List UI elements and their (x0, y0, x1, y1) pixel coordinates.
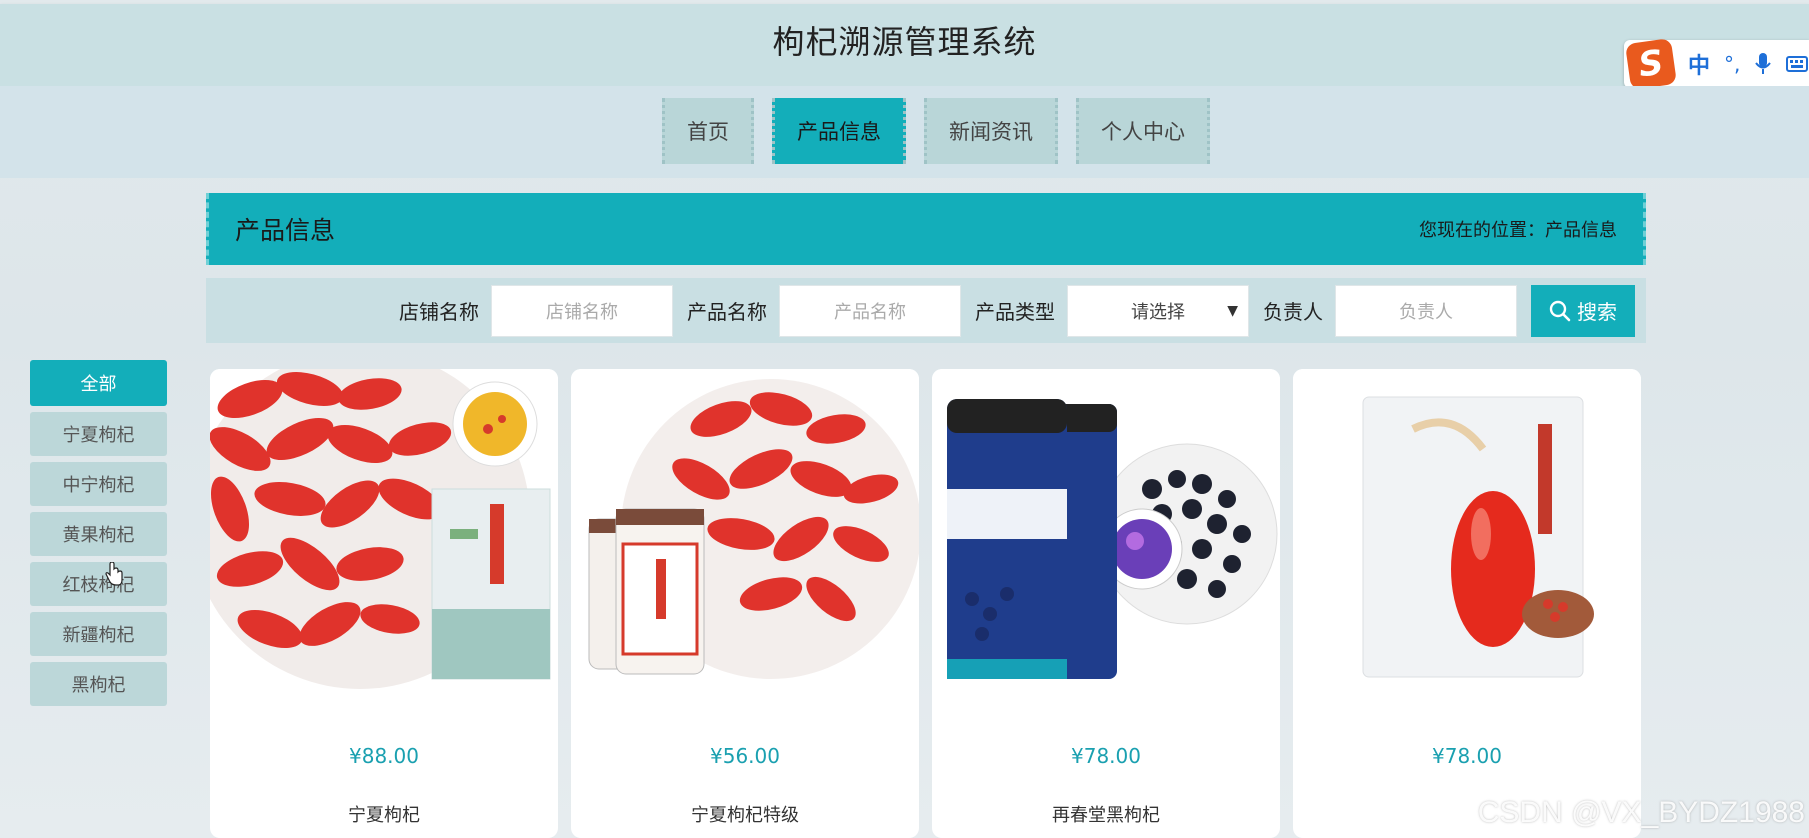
app-header: 枸杞溯源管理系统 (0, 4, 1809, 86)
product-type-value: 请选择 (1131, 301, 1185, 323)
product-label: 产品名称 (687, 300, 767, 324)
product-name[interactable]: 再春堂黑枸杞 (932, 801, 1280, 827)
keyboard-icon[interactable] (1786, 54, 1809, 74)
nav-news[interactable]: 新闻资讯 (924, 98, 1058, 164)
category-red-branch[interactable]: 红枝枸杞 (30, 562, 167, 606)
breadcrumb: 您现在的位置：产品信息 (1419, 220, 1617, 241)
ime-mode[interactable]: 中 (1688, 48, 1710, 80)
search-bar: 店铺名称 店铺名称 产品名称 产品名称 产品类型 请选择 ▼ 负责人 负责人 搜… (206, 278, 1646, 343)
product-price: ¥88.00 (349, 744, 419, 768)
section-titlebar: 产品信息 您现在的位置：产品信息 (206, 193, 1646, 265)
shop-label: 店铺名称 (399, 300, 479, 324)
product-grid: ¥88.00 宁夏枸杞 ¥56.00 宁夏枸杞特级 ¥78.00 再春堂黑枸杞 … (210, 369, 1641, 838)
search-button[interactable]: 搜索 (1531, 284, 1635, 337)
type-label: 产品类型 (975, 300, 1055, 324)
product-price: ¥56.00 (710, 744, 780, 768)
product-price: ¥78.00 (1432, 744, 1502, 768)
watermark: CSDN @VX_BYDZ1988 (1477, 796, 1805, 829)
product-type-select[interactable]: 请选择 ▼ (1067, 284, 1249, 337)
category-zhongning[interactable]: 中宁枸杞 (30, 462, 167, 506)
category-black[interactable]: 黑枸杞 (30, 662, 167, 706)
search-icon (1549, 300, 1571, 321)
nav-profile[interactable]: 个人中心 (1076, 98, 1210, 164)
search-button-label: 搜索 (1577, 300, 1617, 324)
product-name-input[interactable]: 产品名称 (779, 284, 961, 337)
product-name[interactable]: 宁夏枸杞特级 (571, 801, 919, 827)
product-card[interactable]: ¥56.00 宁夏枸杞特级 (571, 369, 919, 838)
category-list: 全部 宁夏枸杞 中宁枸杞 黄果枸杞 红枝枸杞 新疆枸杞 黑枸杞 (30, 360, 167, 712)
product-image[interactable] (571, 369, 919, 689)
product-image[interactable] (1293, 369, 1641, 689)
chevron-down-icon: ▼ (1227, 302, 1238, 319)
product-name[interactable]: 宁夏枸杞 (210, 801, 558, 827)
section-title: 产品信息 (235, 216, 336, 245)
ime-toolbar[interactable]: S 中 °, (1624, 38, 1809, 90)
microphone-icon[interactable] (1754, 52, 1772, 76)
app-title: 枸杞溯源管理系统 (772, 23, 1037, 61)
ime-logo-icon[interactable]: S (1625, 38, 1677, 90)
product-price: ¥78.00 (1071, 744, 1141, 768)
product-card[interactable]: ¥88.00 宁夏枸杞 (210, 369, 558, 838)
hand-cursor-icon (105, 562, 123, 586)
product-image[interactable] (210, 369, 558, 689)
category-yellow[interactable]: 黄果枸杞 (30, 512, 167, 556)
product-card[interactable]: ¥78.00 再春堂黑枸杞 (932, 369, 1280, 838)
category-xinjiang[interactable]: 新疆枸杞 (30, 612, 167, 656)
category-ningxia[interactable]: 宁夏枸杞 (30, 412, 167, 456)
nav-products[interactable]: 产品信息 (772, 98, 906, 164)
product-card[interactable]: ¥78.00 (1293, 369, 1641, 838)
category-all[interactable]: 全部 (30, 360, 167, 406)
product-image[interactable] (932, 369, 1280, 689)
ime-punct[interactable]: °, (1724, 52, 1740, 76)
owner-label: 负责人 (1263, 300, 1323, 324)
main-nav: 首页 产品信息 新闻资讯 个人中心 (662, 98, 1210, 164)
nav-home[interactable]: 首页 (662, 98, 754, 164)
shop-name-input[interactable]: 店铺名称 (491, 284, 673, 337)
owner-input[interactable]: 负责人 (1335, 284, 1517, 337)
